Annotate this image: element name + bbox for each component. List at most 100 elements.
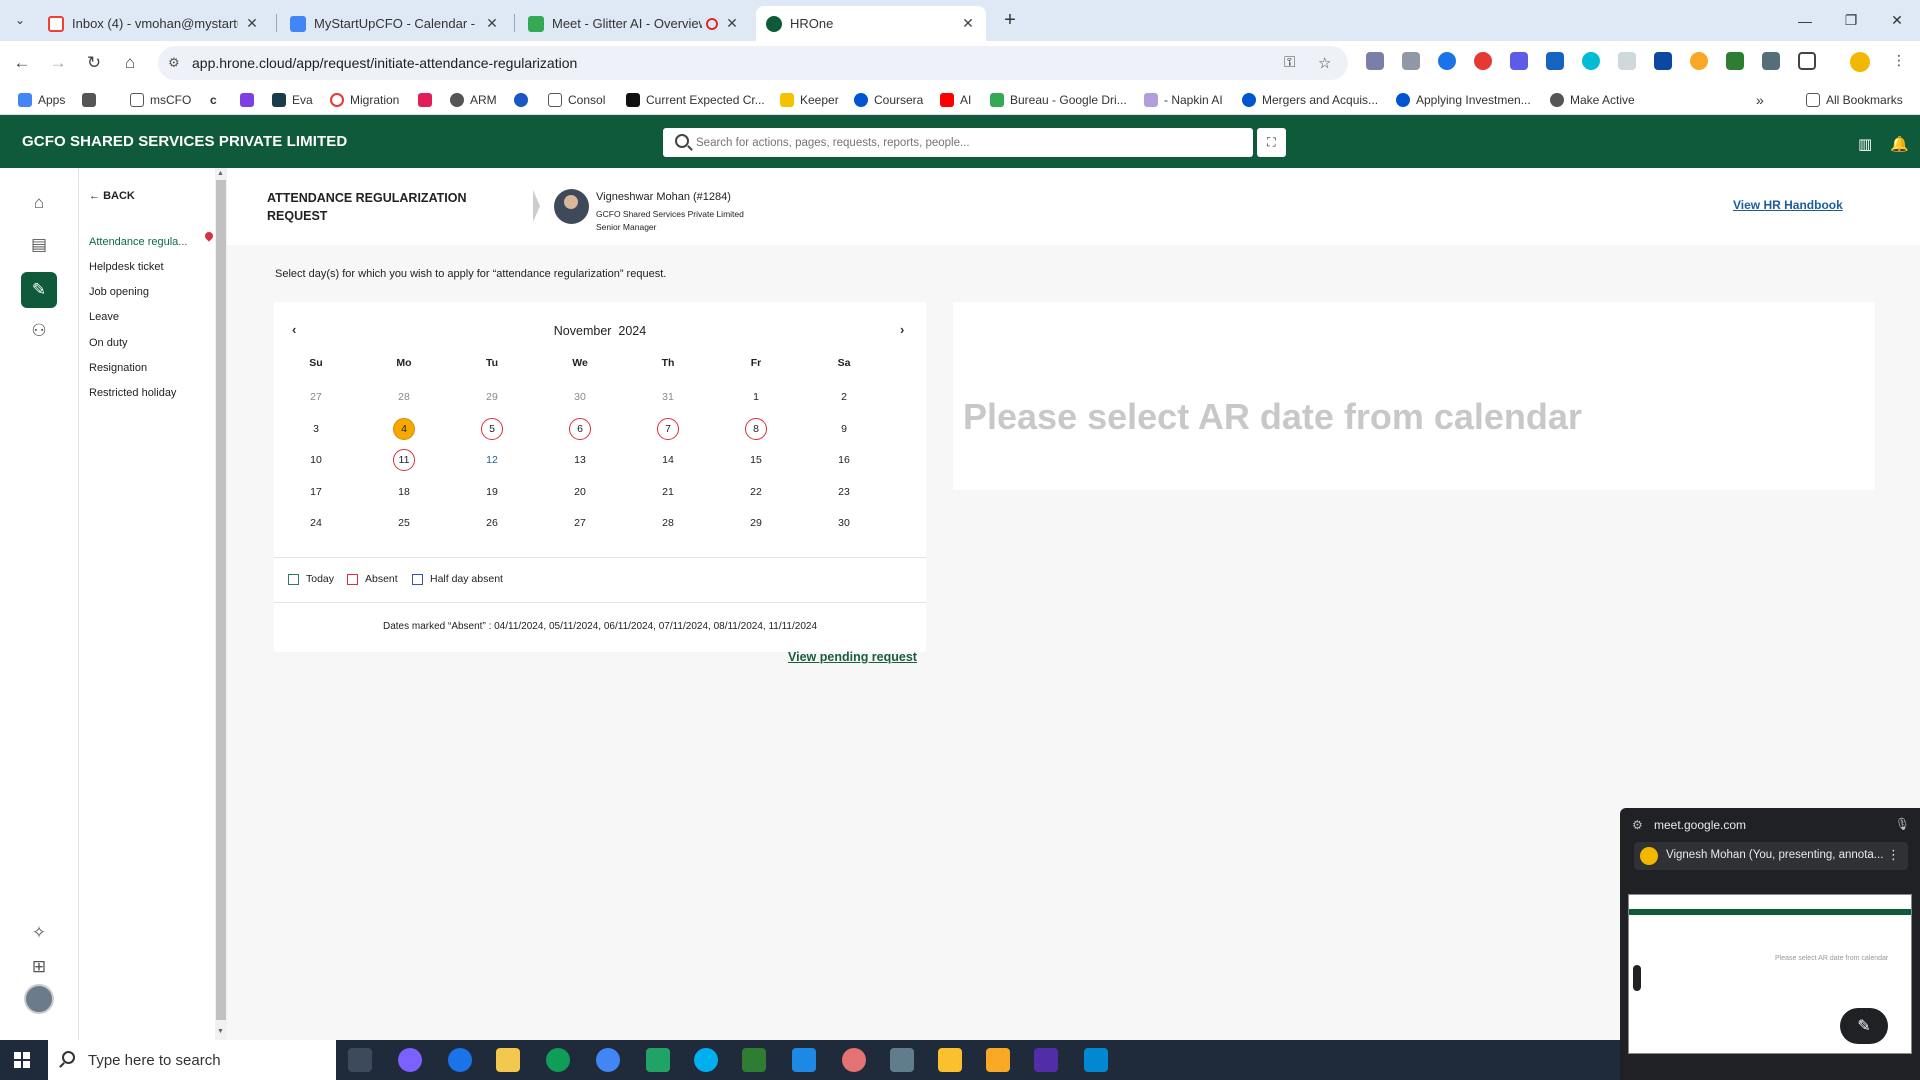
menu-leave[interactable]: Leave (89, 311, 119, 323)
calendar-day[interactable]: 20 (569, 481, 591, 503)
url-text[interactable]: app.hrone.cloud/app/request/initiate-att… (192, 55, 577, 71)
star-icon[interactable]: ☆ (1318, 54, 1331, 72)
new-tab-button[interactable]: + (996, 8, 1024, 34)
bookmark-napkin[interactable]: - Napkin AI (1144, 91, 1223, 109)
copilot-icon[interactable] (398, 1048, 422, 1072)
more-options-icon[interactable]: ⋮ (1887, 847, 1900, 863)
calendar-day[interactable]: 19 (481, 481, 503, 503)
meet-pip-window[interactable]: ⚙ meet.google.com 🎙 Vignesh Mohan (You, … (1620, 808, 1920, 1080)
extension-icon[interactable] (1654, 52, 1672, 70)
bookmark-keeper[interactable]: Keeper (780, 91, 839, 109)
calendar-day[interactable]: 11 (393, 449, 415, 471)
calendar-day[interactable]: 2 (833, 386, 855, 408)
address-bar[interactable]: ⚙ app.hrone.cloud/app/request/initiate-a… (158, 46, 1348, 80)
task-view-icon[interactable] (348, 1048, 372, 1072)
taskbar-search[interactable]: Type here to search (48, 1040, 336, 1080)
bookmark-coursera[interactable]: Coursera (854, 91, 923, 109)
bookmark-grid[interactable] (82, 91, 102, 109)
back-button[interactable]: ← BACK (89, 190, 135, 202)
view-pending-request-link[interactable]: View pending request (788, 650, 917, 664)
minimize-button[interactable]: — (1782, 0, 1828, 41)
menu-job-opening[interactable]: Job opening (89, 286, 149, 298)
presenter-row[interactable]: Vignesh Mohan (You, presenting, annota..… (1634, 842, 1908, 870)
close-icon[interactable]: ✕ (724, 15, 740, 32)
calendar-day[interactable]: 17 (305, 481, 327, 503)
menu-restricted-holiday[interactable]: Restricted holiday (89, 387, 176, 399)
calendar-day[interactable]: 16 (833, 449, 855, 471)
profile-avatar[interactable] (1850, 52, 1870, 72)
bookmark-current-expected[interactable]: Current Expected Cr... (626, 91, 765, 109)
calendar-day[interactable]: 26 (481, 512, 503, 534)
bookmark-migration[interactable]: Migration (330, 91, 399, 109)
org-chart-icon[interactable]: ⛶ (1257, 128, 1286, 157)
close-icon[interactable]: ✕ (960, 15, 976, 32)
menu-attendance-regularization[interactable]: Attendance regula... (89, 236, 187, 248)
menu-scrollbar[interactable]: ▲ ▼ (215, 168, 227, 1040)
file-explorer-icon[interactable] (496, 1048, 520, 1072)
bookmark-eva[interactable]: Eva (272, 91, 313, 109)
password-extension-icon[interactable] (1438, 52, 1456, 70)
extension-icon[interactable] (1366, 52, 1384, 70)
calendar-day[interactable]: 12 (481, 449, 503, 471)
menu-on-duty[interactable]: On duty (89, 337, 128, 349)
bookmark-consol[interactable]: Consol (548, 91, 605, 109)
mic-icon[interactable]: 🎙 (1895, 817, 1910, 831)
password-manager-icon[interactable] (448, 1048, 472, 1072)
book-icon[interactable]: ▥ (1858, 135, 1872, 153)
calendar-day[interactable]: 6 (569, 418, 591, 440)
calendar-day[interactable]: 13 (569, 449, 591, 471)
calendar-day[interactable]: 29 (745, 512, 767, 534)
menu-resignation[interactable]: Resignation (89, 362, 147, 374)
app-icon[interactable] (742, 1048, 766, 1072)
app-icon[interactable] (792, 1048, 816, 1072)
puzzle-icon[interactable] (1798, 52, 1816, 70)
bookmark-mergers[interactable]: Mergers and Acquis... (1242, 91, 1378, 109)
chrome-icon[interactable] (596, 1048, 620, 1072)
calendar-day[interactable]: 23 (833, 481, 855, 503)
forward-arrow-icon[interactable]: → (44, 49, 72, 77)
app-icon[interactable] (1034, 1048, 1058, 1072)
extension-icon[interactable] (1582, 52, 1600, 70)
extension-icon[interactable] (1762, 52, 1780, 70)
reload-icon[interactable]: ↻ (80, 49, 108, 77)
calendar-day[interactable]: 22 (745, 481, 767, 503)
bookmark-make-active[interactable]: Make Active (1550, 91, 1635, 109)
close-icon[interactable]: ✕ (244, 15, 260, 32)
menu-helpdesk-ticket[interactable]: Helpdesk ticket (89, 261, 164, 273)
site-info-icon[interactable]: ⚙ (168, 55, 180, 71)
home-icon[interactable]: ⌂ (26, 190, 52, 216)
extension-icon[interactable] (1474, 52, 1492, 70)
bookmark-b[interactable] (514, 91, 534, 109)
calendar-day[interactable]: 27 (569, 512, 591, 534)
bookmark-mscfo[interactable]: msCFO (130, 91, 191, 109)
global-search[interactable] (663, 128, 1253, 157)
calendar-day[interactable]: 25 (393, 512, 415, 534)
more-bookmarks-icon[interactable]: » (1756, 91, 1764, 109)
tab-calendar[interactable]: MyStartUpCFO - Calendar - Week ✕ (280, 6, 510, 41)
request-icon[interactable]: ✎ (21, 272, 57, 308)
calendar-day[interactable]: 28 (657, 512, 679, 534)
close-window-button[interactable]: ✕ (1874, 0, 1920, 41)
annotate-pen-icon[interactable]: ✎ (1840, 1008, 1888, 1044)
bookmark-c[interactable]: c (210, 91, 217, 109)
team-icon[interactable]: ⚇ (26, 318, 52, 344)
extension-icon[interactable] (1618, 52, 1636, 70)
calendar-day[interactable]: 3 (305, 418, 327, 440)
calendar-day[interactable]: 5 (481, 418, 503, 440)
home-icon[interactable]: ⌂ (116, 49, 144, 77)
app-icon[interactable] (1084, 1048, 1108, 1072)
skype-icon[interactable] (694, 1048, 718, 1072)
bookmark-purple[interactable] (240, 91, 260, 109)
back-arrow-icon[interactable]: ← (8, 49, 36, 77)
key-icon[interactable]: ⚿ (1284, 54, 1295, 71)
presentation-controls[interactable] (1633, 965, 1641, 991)
bookmark-bureau[interactable]: Bureau - Google Dri... (990, 91, 1127, 109)
calendar-day[interactable]: 9 (833, 418, 855, 440)
edge-icon[interactable] (546, 1048, 570, 1072)
extension-icon[interactable] (1726, 52, 1744, 70)
tab-search-icon[interactable]: ⌄ (8, 8, 32, 32)
tab-hrone[interactable]: HROne ✕ (756, 6, 986, 41)
calendar-day[interactable]: 30 (833, 512, 855, 534)
restore-button[interactable]: ❐ (1828, 0, 1874, 41)
extension-icon[interactable] (1546, 52, 1564, 70)
